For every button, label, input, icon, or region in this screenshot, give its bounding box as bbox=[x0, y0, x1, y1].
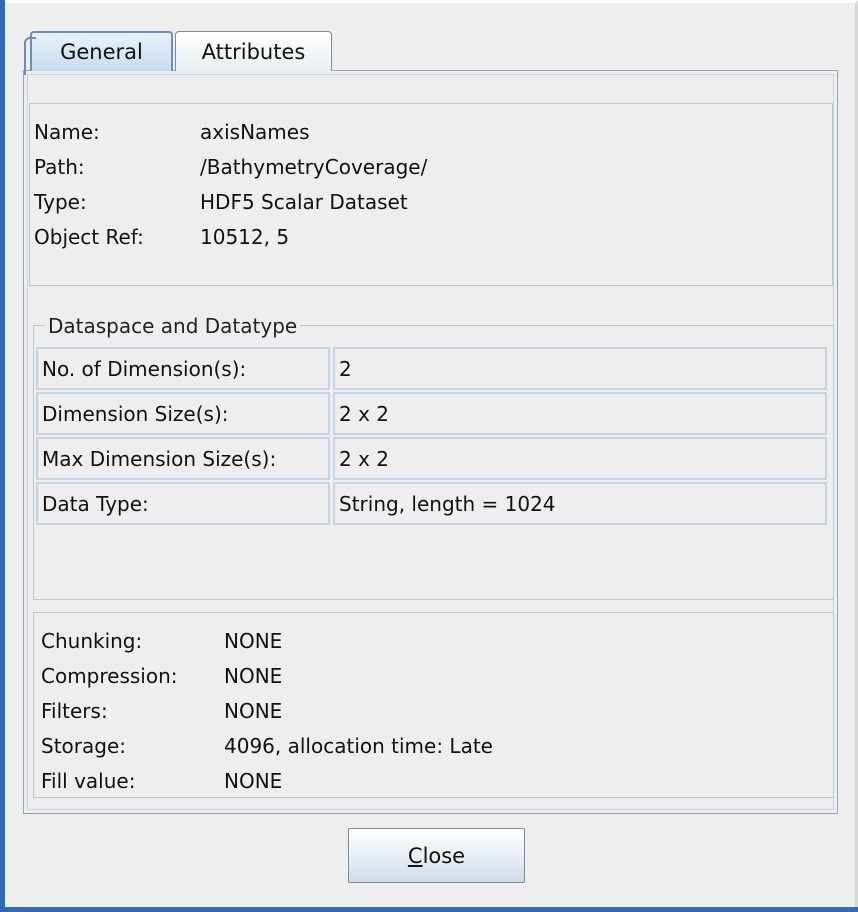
storage-label: Storage: bbox=[41, 733, 126, 758]
info-value: axisNames bbox=[200, 119, 310, 144]
ds-value-field[interactable]: 2 x 2 bbox=[333, 392, 827, 435]
storage-info-box: Chunking: NONE Compression: NONE Filters… bbox=[33, 612, 834, 798]
ds-row-max-dim-sizes: Max Dimension Size(s): 2 x 2 bbox=[36, 437, 830, 482]
storage-info-grid: Chunking: NONE Compression: NONE Filters… bbox=[41, 623, 493, 798]
ds-value-field[interactable]: 2 bbox=[333, 347, 827, 390]
info-label: Name: bbox=[34, 119, 100, 144]
storage-value: NONE bbox=[224, 698, 283, 723]
storage-label: Chunking: bbox=[41, 628, 143, 653]
info-value: HDF5 Scalar Dataset bbox=[200, 189, 408, 214]
storage-row-fill-value: Fill value: NONE bbox=[41, 763, 493, 798]
ds-value-field[interactable]: String, length = 1024 bbox=[333, 482, 827, 525]
ds-row-data-type: Data Type: String, length = 1024 bbox=[36, 482, 830, 527]
ds-label: Dimension Size(s): bbox=[36, 392, 330, 435]
info-row-name: Name: axisNames bbox=[34, 114, 427, 149]
info-label: Object Ref: bbox=[34, 224, 144, 249]
ds-row-dim-sizes: Dimension Size(s): 2 x 2 bbox=[36, 392, 830, 437]
object-info-grid: Name: axisNames Path: /BathymetryCoverag… bbox=[34, 114, 427, 254]
info-row-type: Type: HDF5 Scalar Dataset bbox=[34, 184, 427, 219]
close-button[interactable]: Close bbox=[348, 828, 525, 883]
storage-value: 4096, allocation time: Late bbox=[224, 733, 493, 758]
ds-label: No. of Dimension(s): bbox=[36, 347, 330, 390]
dataspace-table: No. of Dimension(s): 2 Dimension Size(s)… bbox=[36, 347, 830, 527]
storage-row-chunking: Chunking: NONE bbox=[41, 623, 493, 658]
info-label: Type: bbox=[34, 189, 87, 214]
object-info-box: Name: axisNames Path: /BathymetryCoverag… bbox=[29, 103, 833, 286]
storage-value: NONE bbox=[224, 628, 283, 653]
info-value: /BathymetryCoverage/ bbox=[200, 154, 428, 179]
tab-attributes[interactable]: Attributes bbox=[175, 31, 332, 71]
window-border-left bbox=[0, 0, 5, 912]
info-row-path: Path: /BathymetryCoverage/ bbox=[34, 149, 427, 184]
storage-label: Filters: bbox=[41, 698, 108, 723]
close-button-mnemonic: C bbox=[407, 843, 423, 868]
close-button-label: lose bbox=[422, 843, 466, 868]
storage-label: Compression: bbox=[41, 663, 178, 688]
storage-label: Fill value: bbox=[41, 768, 136, 793]
info-row-object-ref: Object Ref: 10512, 5 bbox=[34, 219, 427, 254]
storage-value: NONE bbox=[224, 768, 283, 793]
storage-value: NONE bbox=[224, 663, 283, 688]
tab-general[interactable]: General bbox=[24, 31, 173, 75]
storage-row-filters: Filters: NONE bbox=[41, 693, 493, 728]
dataspace-group-title: Dataspace and Datatype bbox=[45, 314, 301, 338]
storage-row-compression: Compression: NONE bbox=[41, 658, 493, 693]
info-label: Path: bbox=[34, 154, 85, 179]
ds-value-field[interactable]: 2 x 2 bbox=[333, 437, 827, 480]
storage-row-storage: Storage: 4096, allocation time: Late bbox=[41, 728, 493, 763]
ds-label: Max Dimension Size(s): bbox=[36, 437, 330, 480]
ds-row-num-dims: No. of Dimension(s): 2 bbox=[36, 347, 830, 392]
tab-attributes-label: Attributes bbox=[201, 39, 306, 64]
ds-label: Data Type: bbox=[36, 482, 330, 525]
window-border-bottom bbox=[0, 907, 858, 912]
info-value: 10512, 5 bbox=[200, 224, 290, 249]
tab-general-label: General bbox=[60, 40, 143, 64]
